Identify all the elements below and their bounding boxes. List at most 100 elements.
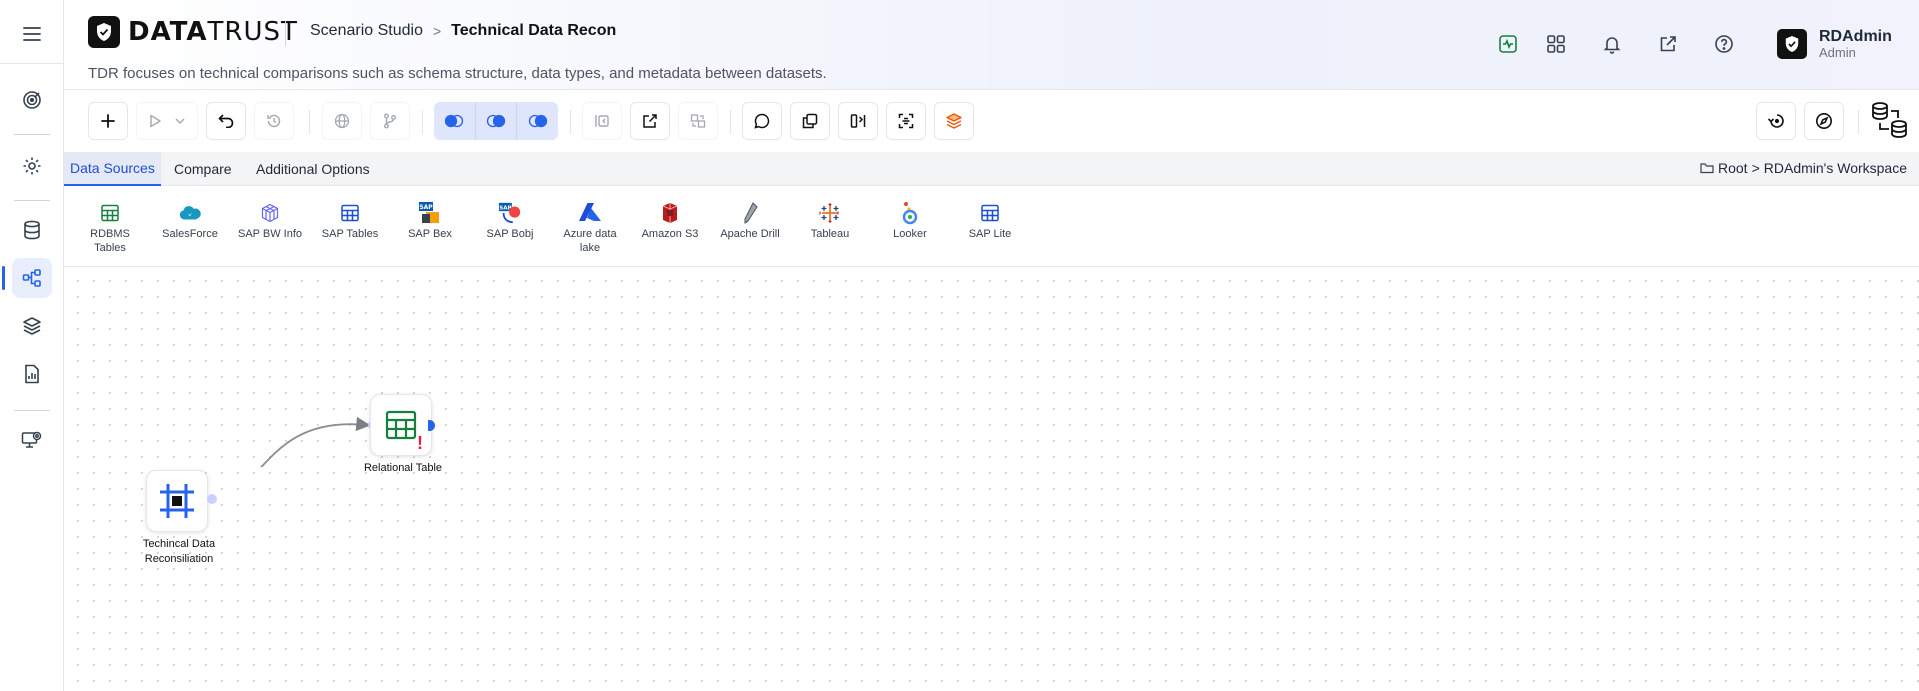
- compare-layout-button[interactable]: [678, 102, 718, 140]
- logo[interactable]: DATATRUST: [88, 16, 298, 48]
- palette-label: SAP Lite: [968, 228, 1012, 240]
- drill-icon: [738, 201, 762, 225]
- toolbar-separator: [1858, 110, 1859, 134]
- gear-icon[interactable]: [12, 146, 52, 186]
- tab-compare[interactable]: Compare: [168, 152, 238, 186]
- palette-label: Apache Drill: [720, 228, 780, 240]
- palette-label: Amazon S3: [641, 228, 699, 240]
- palette-label: SAP BW Info: [238, 228, 302, 240]
- palette-label: Looker: [893, 228, 927, 240]
- run-button[interactable]: [136, 102, 198, 140]
- brand-name-bold: DATA: [128, 17, 208, 47]
- table-icon: [98, 201, 122, 225]
- globe-button[interactable]: [322, 102, 362, 140]
- header: DATATRUST Scenario Studio > Technical Da…: [64, 0, 1919, 90]
- branch-button[interactable]: [370, 102, 410, 140]
- left-join-button[interactable]: [434, 102, 476, 140]
- bell-icon[interactable]: [1600, 32, 1624, 56]
- swap-button[interactable]: [838, 102, 878, 140]
- copy-button[interactable]: [790, 102, 830, 140]
- chevron-down-icon: [175, 118, 185, 124]
- workspace-name: RDAdmin's Workspace: [1763, 160, 1907, 176]
- palette-item-azure-data-lake[interactable]: Azure data lake: [552, 201, 628, 255]
- breadcrumb-separator: >: [432, 23, 442, 39]
- inner-join-button[interactable]: [476, 102, 518, 140]
- external-link-icon[interactable]: [1656, 32, 1680, 56]
- workspace-path[interactable]: Root > RDAdmin's Workspace: [1700, 160, 1907, 176]
- undo-button[interactable]: [206, 102, 246, 140]
- tab-additional-options[interactable]: Additional Options: [250, 152, 376, 186]
- node-relational-table[interactable]: !: [370, 394, 432, 456]
- header-divider: [285, 20, 286, 46]
- palette-label: SalesForce: [162, 228, 218, 240]
- palette-item-amazon-s3[interactable]: Amazon S3: [632, 201, 708, 241]
- looker-icon: [898, 201, 922, 225]
- folder-icon: [1700, 163, 1714, 174]
- palette-label: RDBMS Tables: [90, 228, 130, 254]
- database-icon[interactable]: [12, 210, 52, 250]
- table-icon: [338, 201, 362, 225]
- palette-item-rdbms-tables[interactable]: RDBMS Tables: [72, 201, 148, 255]
- history-button[interactable]: [254, 102, 294, 140]
- right-join-button[interactable]: [517, 102, 558, 140]
- workflow-icon[interactable]: [2, 258, 52, 298]
- palette-item-apache-drill[interactable]: Apache Drill: [712, 201, 788, 241]
- table-icon: [978, 201, 1002, 225]
- user-role: Admin: [1819, 45, 1856, 60]
- palette-item-sap-lite[interactable]: SAP Lite: [952, 201, 1028, 241]
- s3-icon: [658, 201, 682, 225]
- menu-icon[interactable]: [20, 22, 44, 46]
- focus-button[interactable]: [886, 102, 926, 140]
- palette-label: SAP Tables: [321, 228, 379, 240]
- monitor-settings-icon[interactable]: [12, 420, 52, 460]
- target-icon[interactable]: [12, 80, 52, 120]
- warning-icon: !: [417, 433, 423, 453]
- page-subtitle: TDR focuses on technical comparisons suc…: [88, 65, 827, 82]
- help-icon[interactable]: [1712, 32, 1736, 56]
- toolbar: [64, 90, 1919, 152]
- add-button[interactable]: [88, 102, 128, 140]
- tab-data-sources[interactable]: Data Sources: [64, 152, 161, 186]
- apps-grid-icon[interactable]: [1544, 32, 1568, 56]
- collapse-button[interactable]: [582, 102, 622, 140]
- restore-button[interactable]: [1756, 102, 1796, 140]
- tableau-icon: [818, 201, 842, 225]
- salesforce-icon: sf: [178, 201, 202, 225]
- palette-item-sap-bw-info[interactable]: SAP BW Info: [232, 201, 308, 241]
- compass-button[interactable]: [1804, 102, 1844, 140]
- palette-item-salesforce[interactable]: sf SalesForce: [152, 201, 228, 241]
- output-port[interactable]: [207, 494, 217, 504]
- layers-icon[interactable]: [12, 306, 52, 346]
- workspace-separator: >: [1751, 160, 1760, 176]
- workspace-root: Root: [1718, 160, 1748, 176]
- breadcrumb-section[interactable]: Scenario Studio: [310, 22, 423, 40]
- palette-item-sap-bex[interactable]: SAP SAP Bex: [392, 201, 468, 241]
- palette-item-tableau[interactable]: Tableau: [792, 201, 868, 241]
- palette-item-sap-bobj[interactable]: SAP SAP Bobj: [472, 201, 548, 241]
- shield-logo-icon: [88, 16, 120, 48]
- toolbar-separator: [730, 110, 731, 134]
- rail-separator: [14, 200, 50, 201]
- stack-button[interactable]: [934, 102, 974, 140]
- user-profile[interactable]: RDAdmin Admin: [1777, 28, 1892, 60]
- palette-label: SAP Bobj: [486, 228, 534, 240]
- database-compare-icon[interactable]: [1870, 100, 1910, 142]
- palette-label: SAP Bex: [408, 228, 452, 240]
- palette-item-looker[interactable]: Looker: [872, 201, 948, 241]
- cube-icon: [258, 201, 282, 225]
- azure-icon: [578, 201, 602, 225]
- page-title: Technical Data Recon: [451, 22, 617, 39]
- rail-divider: [0, 63, 64, 64]
- node-technical-data-reconciliation[interactable]: [146, 470, 208, 532]
- open-external-button[interactable]: [630, 102, 670, 140]
- workflow-canvas[interactable]: Techincal Data Reconsiliation ! Relation…: [64, 267, 1919, 691]
- activity-icon[interactable]: [1496, 32, 1520, 56]
- palette-item-sap-tables[interactable]: SAP Tables: [312, 201, 388, 241]
- toolbar-separator: [570, 110, 571, 134]
- brand-name: DATATRUST: [128, 17, 298, 47]
- sap-bobj-icon: SAP: [498, 201, 522, 225]
- palette-label: Azure data lake: [563, 228, 617, 254]
- comment-button[interactable]: [742, 102, 782, 140]
- rail-separator: [14, 410, 50, 411]
- report-icon[interactable]: [12, 354, 52, 394]
